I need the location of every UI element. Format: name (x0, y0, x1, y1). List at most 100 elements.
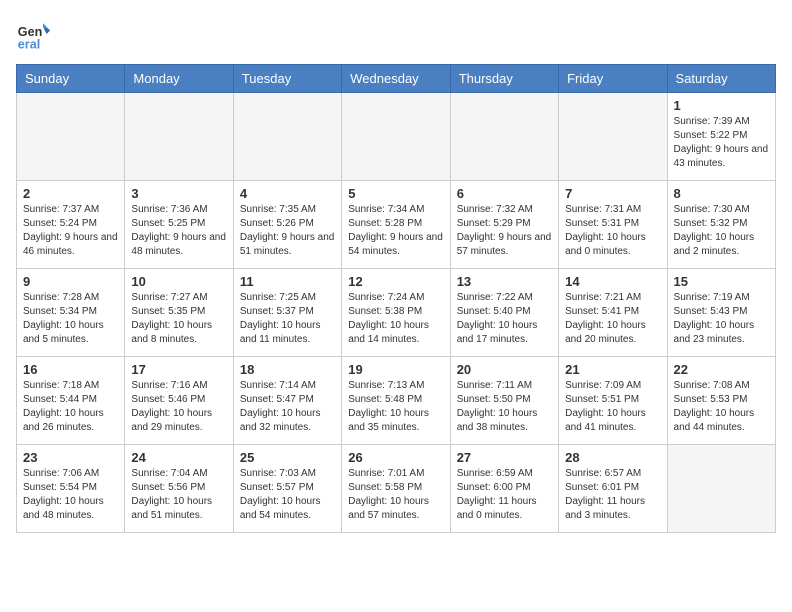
day-number: 17 (131, 362, 226, 377)
day-info: Sunrise: 7:08 AM Sunset: 5:53 PM Dayligh… (674, 379, 769, 435)
day-info: Sunrise: 7:04 AM Sunset: 5:56 PM Dayligh… (131, 467, 226, 523)
calendar-cell: 25 Sunrise: 7:03 AM Sunset: 5:57 PM Dayli… (233, 445, 341, 533)
day-number: 20 (457, 362, 552, 377)
day-number: 21 (565, 362, 660, 377)
week-row-4: 16 Sunrise: 7:18 AM Sunset: 5:44 PM Dayli… (17, 357, 776, 445)
calendar-cell: 4Sunrise: 7:35 AM Sunset: 5:26 PM Daylig… (233, 181, 341, 269)
calendar-cell: 7Sunrise: 7:31 AM Sunset: 5:31 PM Daylig… (559, 181, 667, 269)
day-info: Sunrise: 7:32 AM Sunset: 5:29 PM Dayligh… (457, 203, 552, 259)
calendar-cell (559, 93, 667, 181)
day-number: 22 (674, 362, 769, 377)
calendar-cell: 11 Sunrise: 7:25 AM Sunset: 5:37 PM Dayli… (233, 269, 341, 357)
page-header: Gen eral (16, 16, 776, 52)
column-header-friday: Friday (559, 65, 667, 93)
day-number: 13 (457, 274, 552, 289)
logo: Gen eral (16, 16, 56, 52)
calendar-cell: 16 Sunrise: 7:18 AM Sunset: 5:44 PM Dayli… (17, 357, 125, 445)
day-info: Sunrise: 7:14 AM Sunset: 5:47 PM Dayligh… (240, 379, 335, 435)
calendar-cell: 19 Sunrise: 7:13 AM Sunset: 5:48 PM Dayli… (342, 357, 450, 445)
calendar-cell: 15 Sunrise: 7:19 AM Sunset: 5:43 PM Dayli… (667, 269, 775, 357)
column-header-monday: Monday (125, 65, 233, 93)
day-number: 11 (240, 274, 335, 289)
calendar-cell: 17 Sunrise: 7:16 AM Sunset: 5:46 PM Dayli… (125, 357, 233, 445)
calendar-cell (342, 93, 450, 181)
calendar-cell (450, 93, 558, 181)
day-info: Sunrise: 7:13 AM Sunset: 5:48 PM Dayligh… (348, 379, 443, 435)
day-info: Sunrise: 7:06 AM Sunset: 5:54 PM Dayligh… (23, 467, 118, 523)
day-info: Sunrise: 7:09 AM Sunset: 5:51 PM Dayligh… (565, 379, 660, 435)
week-row-1: 1 Sunrise: 7:39 AM Sunset: 5:22 PM Daylig… (17, 93, 776, 181)
calendar-cell: 9Sunrise: 7:28 AM Sunset: 5:34 PM Daylig… (17, 269, 125, 357)
day-number: 6 (457, 186, 552, 201)
day-info: Sunrise: 7:19 AM Sunset: 5:43 PM Dayligh… (674, 291, 769, 347)
column-header-tuesday: Tuesday (233, 65, 341, 93)
calendar-cell: 5 Sunrise: 7:34 AM Sunset: 5:28 PM Daylig… (342, 181, 450, 269)
calendar-cell: 27 Sunrise: 6:59 AM Sunset: 6:00 PM Dayli… (450, 445, 558, 533)
day-number: 24 (131, 450, 226, 465)
calendar-cell (233, 93, 341, 181)
calendar-cell: 10 Sunrise: 7:27 AM Sunset: 5:35 PM Dayli… (125, 269, 233, 357)
day-info: Sunrise: 7:27 AM Sunset: 5:35 PM Dayligh… (131, 291, 226, 347)
calendar-cell: 1 Sunrise: 7:39 AM Sunset: 5:22 PM Daylig… (667, 93, 775, 181)
day-info: Sunrise: 7:11 AM Sunset: 5:50 PM Dayligh… (457, 379, 552, 435)
day-number: 16 (23, 362, 118, 377)
calendar-table: SundayMondayTuesdayWednesdayThursdayFrid… (16, 64, 776, 533)
day-number: 23 (23, 450, 118, 465)
day-number: 15 (674, 274, 769, 289)
week-row-2: 2Sunrise: 7:37 AM Sunset: 5:24 PM Daylig… (17, 181, 776, 269)
day-info: Sunrise: 7:18 AM Sunset: 5:44 PM Dayligh… (23, 379, 118, 435)
day-number: 19 (348, 362, 443, 377)
calendar-cell: 22 Sunrise: 7:08 AM Sunset: 5:53 PM Dayli… (667, 357, 775, 445)
day-number: 8 (674, 186, 769, 201)
calendar-cell: 28 Sunrise: 6:57 AM Sunset: 6:01 PM Dayli… (559, 445, 667, 533)
day-info: Sunrise: 7:39 AM Sunset: 5:22 PM Dayligh… (674, 115, 769, 171)
calendar-cell (17, 93, 125, 181)
calendar-header-row: SundayMondayTuesdayWednesdayThursdayFrid… (17, 65, 776, 93)
day-info: Sunrise: 7:03 AM Sunset: 5:57 PM Dayligh… (240, 467, 335, 523)
column-header-wednesday: Wednesday (342, 65, 450, 93)
day-info: Sunrise: 7:25 AM Sunset: 5:37 PM Dayligh… (240, 291, 335, 347)
day-info: Sunrise: 6:57 AM Sunset: 6:01 PM Dayligh… (565, 467, 660, 523)
day-info: Sunrise: 7:37 AM Sunset: 5:24 PM Dayligh… (23, 203, 118, 259)
calendar-cell: 8 Sunrise: 7:30 AM Sunset: 5:32 PM Daylig… (667, 181, 775, 269)
day-info: Sunrise: 7:28 AM Sunset: 5:34 PM Dayligh… (23, 291, 118, 347)
day-number: 1 (674, 98, 769, 113)
calendar-cell (125, 93, 233, 181)
day-info: Sunrise: 7:01 AM Sunset: 5:58 PM Dayligh… (348, 467, 443, 523)
day-info: Sunrise: 6:59 AM Sunset: 6:00 PM Dayligh… (457, 467, 552, 523)
day-number: 14 (565, 274, 660, 289)
day-info: Sunrise: 7:35 AM Sunset: 5:26 PM Dayligh… (240, 203, 335, 259)
day-number: 28 (565, 450, 660, 465)
day-info: Sunrise: 7:22 AM Sunset: 5:40 PM Dayligh… (457, 291, 552, 347)
day-info: Sunrise: 7:16 AM Sunset: 5:46 PM Dayligh… (131, 379, 226, 435)
calendar-cell: 23 Sunrise: 7:06 AM Sunset: 5:54 PM Dayli… (17, 445, 125, 533)
day-info: Sunrise: 7:30 AM Sunset: 5:32 PM Dayligh… (674, 203, 769, 259)
day-number: 18 (240, 362, 335, 377)
day-number: 27 (457, 450, 552, 465)
calendar-cell: 6 Sunrise: 7:32 AM Sunset: 5:29 PM Daylig… (450, 181, 558, 269)
calendar-cell: 18 Sunrise: 7:14 AM Sunset: 5:47 PM Dayli… (233, 357, 341, 445)
day-info: Sunrise: 7:36 AM Sunset: 5:25 PM Dayligh… (131, 203, 226, 259)
day-number: 12 (348, 274, 443, 289)
svg-text:eral: eral (18, 37, 40, 51)
calendar-cell: 26Sunrise: 7:01 AM Sunset: 5:58 PM Dayli… (342, 445, 450, 533)
calendar-cell: 14 Sunrise: 7:21 AM Sunset: 5:41 PM Dayli… (559, 269, 667, 357)
day-info: Sunrise: 7:31 AM Sunset: 5:31 PM Dayligh… (565, 203, 660, 259)
calendar-cell: 24 Sunrise: 7:04 AM Sunset: 5:56 PM Dayli… (125, 445, 233, 533)
calendar-cell: 2Sunrise: 7:37 AM Sunset: 5:24 PM Daylig… (17, 181, 125, 269)
day-info: Sunrise: 7:24 AM Sunset: 5:38 PM Dayligh… (348, 291, 443, 347)
column-header-thursday: Thursday (450, 65, 558, 93)
day-number: 25 (240, 450, 335, 465)
day-number: 3 (131, 186, 226, 201)
column-header-sunday: Sunday (17, 65, 125, 93)
week-row-3: 9Sunrise: 7:28 AM Sunset: 5:34 PM Daylig… (17, 269, 776, 357)
calendar-cell (667, 445, 775, 533)
calendar-cell: 12 Sunrise: 7:24 AM Sunset: 5:38 PM Dayli… (342, 269, 450, 357)
calendar-cell: 13 Sunrise: 7:22 AM Sunset: 5:40 PM Dayli… (450, 269, 558, 357)
calendar-cell: 3 Sunrise: 7:36 AM Sunset: 5:25 PM Daylig… (125, 181, 233, 269)
day-info: Sunrise: 7:21 AM Sunset: 5:41 PM Dayligh… (565, 291, 660, 347)
calendar-cell: 21 Sunrise: 7:09 AM Sunset: 5:51 PM Dayli… (559, 357, 667, 445)
day-number: 5 (348, 186, 443, 201)
day-number: 10 (131, 274, 226, 289)
day-info: Sunrise: 7:34 AM Sunset: 5:28 PM Dayligh… (348, 203, 443, 259)
